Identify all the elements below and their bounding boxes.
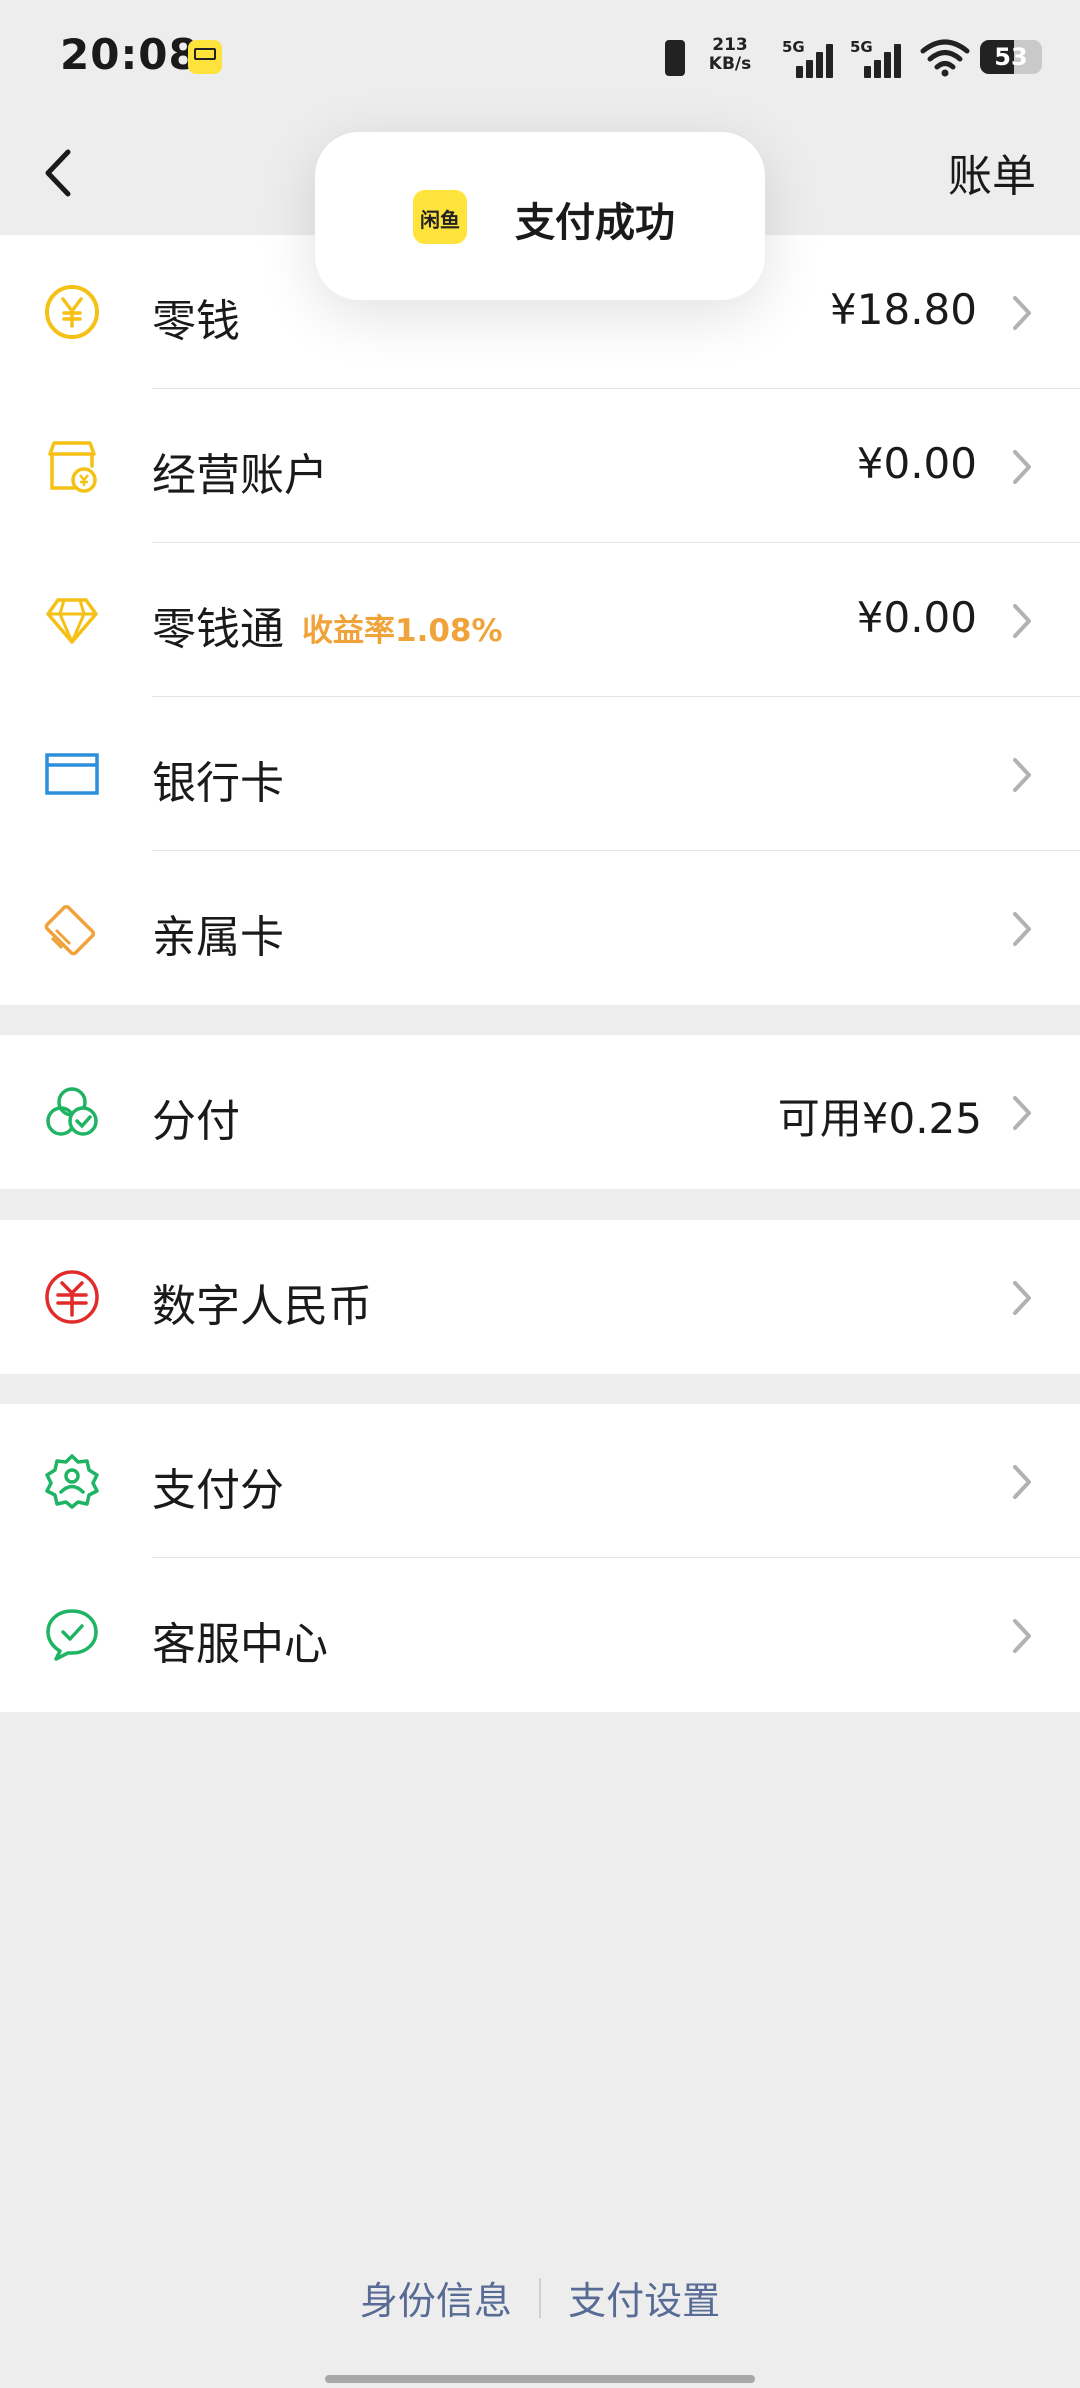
- wallet-item-label: 银行卡: [152, 758, 284, 809]
- net-speed: 213 KB/s: [700, 36, 760, 74]
- signal-2-label: 5G: [850, 38, 873, 56]
- xianyu-app-icon: 闲鱼: [413, 190, 467, 244]
- ecny-item-label: 数字人民币: [152, 1281, 372, 1332]
- service-item-label: 支付分: [152, 1465, 284, 1516]
- toast-message: 支付成功: [515, 200, 675, 246]
- payment-success-toast: 闲鱼 支付成功: [315, 132, 765, 300]
- pay-score-icon: [45, 1454, 99, 1509]
- wallet-item-value: ¥18.80: [830, 285, 977, 334]
- credit-item-label: 分付: [152, 1096, 240, 1147]
- signal-1-label: 5G: [782, 38, 805, 56]
- wallet-item-lingqiantong[interactable]: 零钱通 收益率1.08% ¥0.00: [0, 543, 1080, 697]
- home-indicator[interactable]: [325, 2375, 755, 2383]
- chevron-right-icon: [1013, 604, 1031, 638]
- customer-service-icon: [46, 1609, 98, 1661]
- wallet-item-bank-card[interactable]: 银行卡: [0, 697, 1080, 851]
- chevron-right-icon: [1013, 1465, 1031, 1499]
- battery-level: 53: [994, 43, 1028, 71]
- ecny-group: 数字人民币: [0, 1220, 1080, 1374]
- toast-app-name: 闲鱼: [420, 208, 460, 232]
- credit-item-value: 可用¥0.25: [777, 1094, 982, 1143]
- status-time: 20:08: [60, 30, 199, 79]
- footer-separator: [539, 2277, 541, 2318]
- credit-group: 分付 可用¥0.25: [0, 1035, 1080, 1189]
- net-speed-unit: KB/s: [708, 54, 752, 74]
- yuan-coin-icon: [45, 285, 99, 339]
- chevron-right-icon: [1013, 1096, 1031, 1130]
- xianyu-notification-icon: [188, 40, 222, 74]
- bill-button[interactable]: 账单: [948, 140, 1036, 204]
- wifi-icon: [920, 39, 970, 77]
- back-arrow-icon[interactable]: [38, 146, 80, 200]
- vibrate-icon: [665, 40, 685, 76]
- yield-rate-tag: 收益率1.08%: [302, 613, 503, 649]
- chevron-right-icon: [1013, 296, 1031, 330]
- bank-card-icon: [45, 753, 99, 795]
- wallet-item-family-card[interactable]: 亲属卡: [0, 851, 1080, 1005]
- wallet-item-label: 经营账户: [152, 450, 328, 501]
- wallet-item-business-account[interactable]: 经营账户 ¥0.00: [0, 389, 1080, 543]
- payment-settings-link[interactable]: 支付设置: [568, 2270, 720, 2325]
- diamond-icon: [46, 598, 98, 644]
- chevron-right-icon: [1013, 758, 1031, 792]
- family-card-icon: [44, 904, 96, 956]
- net-speed-value: 213: [712, 35, 748, 55]
- chevron-right-icon: [1013, 1619, 1031, 1653]
- fenfu-icon: [46, 1087, 98, 1136]
- signal-icon-2: 5G: [850, 38, 910, 78]
- identity-info-link[interactable]: 身份信息: [360, 2270, 512, 2325]
- ecny-item[interactable]: 数字人民币: [0, 1220, 1080, 1374]
- battery-icon: 53: [980, 40, 1042, 74]
- wallet-item-value: ¥0.00: [856, 439, 977, 488]
- wallet-item-label: 零钱通: [152, 604, 284, 655]
- service-item-customer-service[interactable]: 客服中心: [0, 1558, 1080, 1712]
- shop-account-icon: [48, 441, 97, 493]
- service-group: 支付分 客服中心: [0, 1404, 1080, 1712]
- credit-item-fenfu[interactable]: 分付 可用¥0.25: [0, 1035, 1080, 1189]
- wallet-group: 零钱 ¥18.80 经营账户 ¥0.00 零钱通 收益率1.08% ¥0.00: [0, 235, 1080, 1005]
- digital-rmb-icon: [45, 1270, 99, 1324]
- chevron-right-icon: [1013, 1281, 1031, 1315]
- chevron-right-icon: [1013, 912, 1031, 946]
- signal-icon-1: 5G: [782, 38, 842, 78]
- wallet-item-label: 零钱: [152, 296, 240, 347]
- wallet-item-value: ¥0.00: [856, 593, 977, 642]
- chevron-right-icon: [1013, 450, 1031, 484]
- status-bar: 20:08 213 KB/s 5G 5G 53: [0, 0, 1080, 110]
- service-item-label: 客服中心: [152, 1619, 328, 1670]
- footer-links: 身份信息 支付设置: [0, 2270, 1080, 2330]
- wallet-item-label: 亲属卡: [152, 912, 284, 963]
- service-item-pay-score[interactable]: 支付分: [0, 1404, 1080, 1558]
